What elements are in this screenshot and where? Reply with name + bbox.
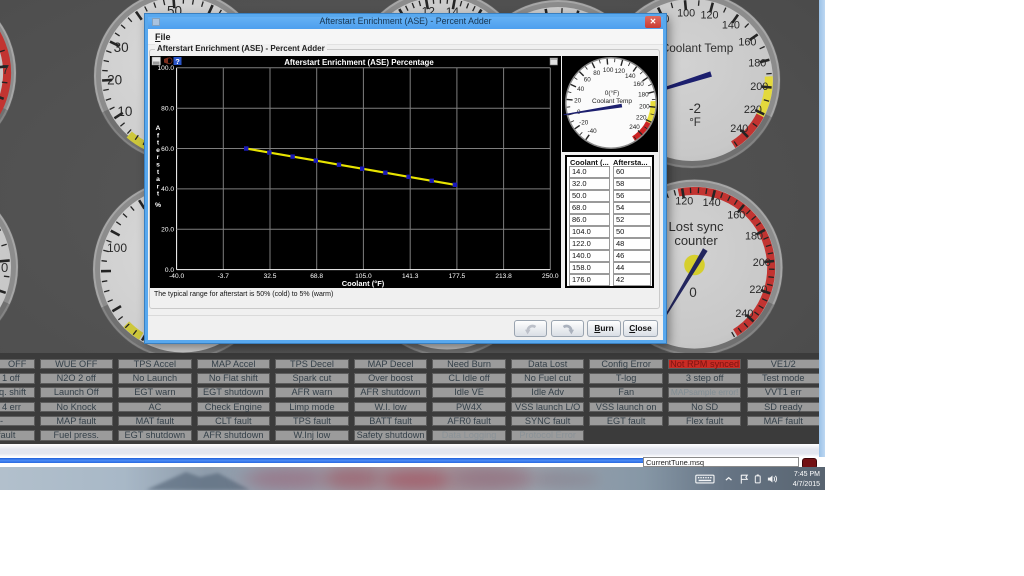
svg-text:60.0: 60.0 [161, 146, 174, 153]
svg-text:7: 7 [2, 62, 9, 77]
svg-text:220: 220 [636, 115, 647, 122]
svg-text:°F: °F [689, 117, 701, 129]
svg-text:160: 160 [633, 81, 644, 88]
svg-text:t: t [157, 191, 160, 198]
svg-text:160: 160 [727, 209, 745, 221]
svg-text:213.8: 213.8 [495, 273, 512, 280]
svg-text:40: 40 [577, 86, 585, 93]
svg-text:Coolant Temp: Coolant Temp [661, 41, 734, 55]
svg-text:80.0: 80.0 [161, 106, 174, 113]
svg-text:60: 60 [584, 77, 592, 84]
svg-text:Lost sync: Lost sync [669, 219, 724, 234]
svg-text:s: s [156, 162, 160, 169]
svg-text:220: 220 [749, 284, 767, 296]
svg-text:120: 120 [614, 68, 625, 75]
svg-text:-40.0: -40.0 [169, 273, 184, 280]
svg-text:250.0: 250.0 [542, 273, 559, 280]
svg-text:240: 240 [730, 123, 748, 135]
svg-text:-2: -2 [689, 101, 701, 116]
svg-text:%: % [155, 202, 161, 209]
svg-text:-40: -40 [588, 128, 598, 135]
svg-text:180: 180 [745, 231, 763, 243]
svg-text:100: 100 [677, 8, 695, 20]
svg-text:-3.7: -3.7 [218, 273, 230, 280]
svg-text:?: ? [175, 57, 180, 66]
svg-text:140: 140 [625, 73, 636, 80]
svg-text:40.0: 40.0 [161, 186, 174, 193]
svg-text:177.5: 177.5 [449, 273, 466, 280]
svg-text:120: 120 [700, 10, 718, 22]
svg-text:0(°F): 0(°F) [605, 89, 620, 97]
svg-text:240: 240 [735, 308, 753, 320]
svg-text:0: 0 [1, 260, 8, 275]
svg-text:r: r [157, 154, 160, 161]
svg-text:r: r [157, 183, 160, 190]
svg-text:Coolant (°F): Coolant (°F) [342, 279, 385, 288]
svg-text:-20: -20 [579, 120, 589, 127]
svg-text:f: f [157, 132, 160, 139]
svg-text:20: 20 [574, 98, 582, 105]
svg-text:Afterstart Enrichment (ASE) Pe: Afterstart Enrichment (ASE) Percentage [284, 58, 434, 67]
svg-text:240: 240 [629, 124, 640, 131]
svg-text:220: 220 [744, 104, 762, 116]
svg-text:t: t [157, 169, 160, 176]
svg-text:100: 100 [603, 67, 614, 74]
svg-text:20: 20 [107, 73, 122, 88]
svg-text:180: 180 [638, 92, 649, 99]
svg-text:100.0: 100.0 [157, 65, 174, 72]
svg-text:e: e [156, 147, 160, 154]
svg-text:200: 200 [750, 81, 768, 93]
svg-text:Coolant Temp: Coolant Temp [592, 98, 632, 105]
svg-text:A: A [156, 125, 161, 132]
svg-text:20.0: 20.0 [161, 227, 174, 234]
svg-text:30: 30 [114, 40, 129, 55]
svg-text:180: 180 [748, 58, 766, 70]
svg-text:160: 160 [738, 36, 756, 48]
svg-text:32.5: 32.5 [264, 273, 277, 280]
svg-text:t: t [157, 140, 160, 147]
svg-text:120: 120 [675, 196, 693, 208]
svg-text:100: 100 [107, 241, 127, 255]
svg-text:68.8: 68.8 [310, 273, 323, 280]
svg-text:140: 140 [722, 20, 740, 32]
svg-text:0: 0 [689, 285, 697, 300]
svg-text:10: 10 [117, 104, 132, 119]
svg-text:counter: counter [674, 233, 718, 248]
svg-text:0.0: 0.0 [165, 267, 174, 274]
svg-text:140: 140 [703, 197, 721, 209]
svg-text:141.3: 141.3 [402, 273, 419, 280]
svg-text:200: 200 [639, 103, 650, 110]
svg-text:80: 80 [593, 70, 601, 77]
svg-text:a: a [156, 176, 160, 183]
svg-text:200: 200 [753, 257, 771, 269]
